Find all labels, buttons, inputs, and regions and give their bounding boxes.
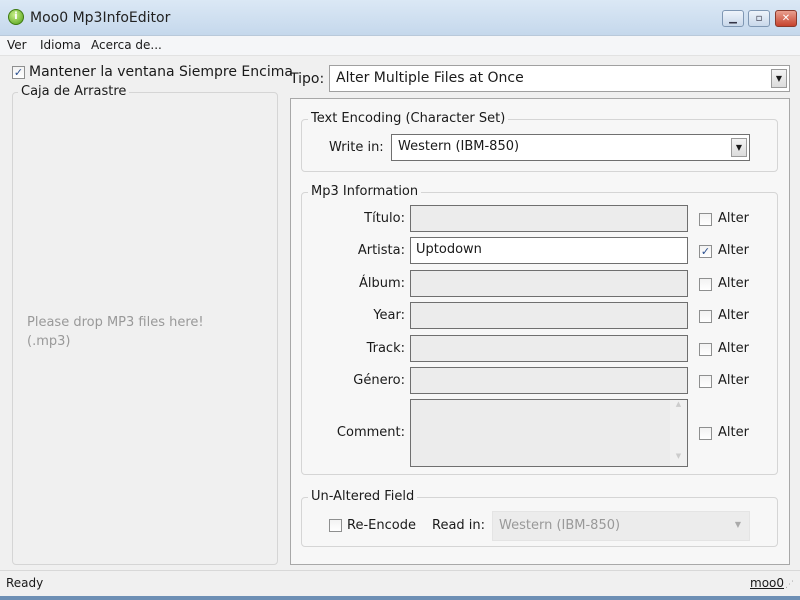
- year-alter-checkbox[interactable]: [699, 309, 712, 323]
- artista-alter-label: Alter: [718, 242, 749, 258]
- read-in-value: Western (IBM-850): [499, 518, 621, 533]
- status-text: Ready: [6, 576, 44, 590]
- genero-alter-label: Alter: [718, 372, 749, 388]
- write-in-value: Western (IBM-850): [398, 139, 520, 154]
- mp3-info-group-label: Mp3 Information: [308, 184, 422, 199]
- moo0-link[interactable]: moo0: [750, 576, 784, 590]
- chevron-down-icon: ▼: [771, 69, 787, 88]
- album-alter-checkbox[interactable]: [699, 277, 712, 291]
- comment-label: Comment:: [336, 425, 405, 440]
- artista-label: Artista:: [357, 242, 405, 258]
- menu-idioma[interactable]: Idioma: [40, 38, 81, 52]
- resize-grip-icon[interactable]: ⋰: [785, 580, 794, 590]
- drop-hint-ext: (.mp3): [27, 334, 71, 349]
- encoding-group-label: Text Encoding (Character Set): [308, 111, 509, 126]
- minimize-button[interactable]: ▁: [722, 10, 744, 27]
- track-alter-label: Alter: [718, 340, 749, 356]
- comment-input[interactable]: [410, 399, 688, 467]
- maximize-button[interactable]: ▫: [748, 10, 770, 27]
- genero-input[interactable]: [410, 367, 688, 394]
- chevron-down-icon: ▼: [731, 138, 747, 157]
- titulo-alter-label: Alter: [718, 210, 749, 226]
- scroll-down-icon: ▼: [675, 452, 682, 460]
- read-in-label: Read in:: [432, 518, 486, 533]
- reencode-checkbox[interactable]: [329, 519, 342, 532]
- drop-box-label: Caja de Arrastre: [18, 84, 130, 99]
- status-bar: [0, 570, 800, 596]
- titulo-label: Título:: [364, 210, 405, 226]
- unaltered-group-label: Un-Altered Field: [308, 489, 418, 504]
- artista-alter-checkbox[interactable]: ✓: [699, 244, 712, 258]
- year-label: Year:: [373, 307, 405, 323]
- tipo-value: Alter Multiple Files at Once: [336, 70, 524, 86]
- album-alter-label: Alter: [718, 275, 749, 291]
- close-button[interactable]: ✕: [775, 10, 797, 27]
- titulo-alter-checkbox[interactable]: [699, 212, 712, 226]
- window-title: Moo0 Mp3InfoEditor: [30, 10, 171, 26]
- album-label: Álbum:: [358, 275, 405, 291]
- year-alter-label: Alter: [718, 307, 749, 323]
- close-icon: ✕: [781, 13, 791, 24]
- drop-hint: Please drop MP3 files here!: [27, 315, 204, 330]
- write-in-select[interactable]: Western (IBM-850) ▼: [391, 134, 750, 161]
- always-on-top-label: Mantener la ventana Siempre Encima: [29, 64, 293, 80]
- chevron-down-icon: ▼: [734, 520, 741, 529]
- comment-alter-label: Alter: [718, 425, 749, 440]
- menu-acerca[interactable]: Acerca de...: [91, 38, 162, 52]
- track-label: Track:: [366, 340, 405, 356]
- reencode-label: Re-Encode: [347, 518, 416, 533]
- comment-scrollbar[interactable]: ▲ ▼: [670, 400, 687, 466]
- album-input[interactable]: [410, 270, 688, 297]
- tipo-label: Tipo:: [290, 71, 325, 87]
- track-alter-checkbox[interactable]: [699, 342, 712, 356]
- write-in-label: Write in:: [329, 140, 384, 155]
- minimize-icon: ▁: [729, 13, 737, 24]
- artista-input[interactable]: Uptodown: [410, 237, 688, 264]
- comment-alter-checkbox[interactable]: [699, 427, 712, 440]
- tipo-select[interactable]: Alter Multiple Files at Once ▼: [329, 65, 790, 92]
- maximize-icon: ▫: [755, 13, 763, 24]
- menu-ver[interactable]: Ver: [7, 38, 27, 52]
- always-on-top-checkbox[interactable]: ✓: [12, 66, 25, 79]
- genero-label: Género:: [353, 372, 405, 388]
- window-border: [0, 596, 800, 600]
- titulo-input[interactable]: [410, 205, 688, 232]
- genero-alter-checkbox[interactable]: [699, 374, 712, 388]
- app-icon: i: [8, 9, 24, 25]
- year-input[interactable]: [410, 302, 688, 329]
- track-input[interactable]: [410, 335, 688, 362]
- read-in-select: Western (IBM-850) ▼: [492, 511, 750, 541]
- scroll-up-icon: ▲: [675, 400, 682, 408]
